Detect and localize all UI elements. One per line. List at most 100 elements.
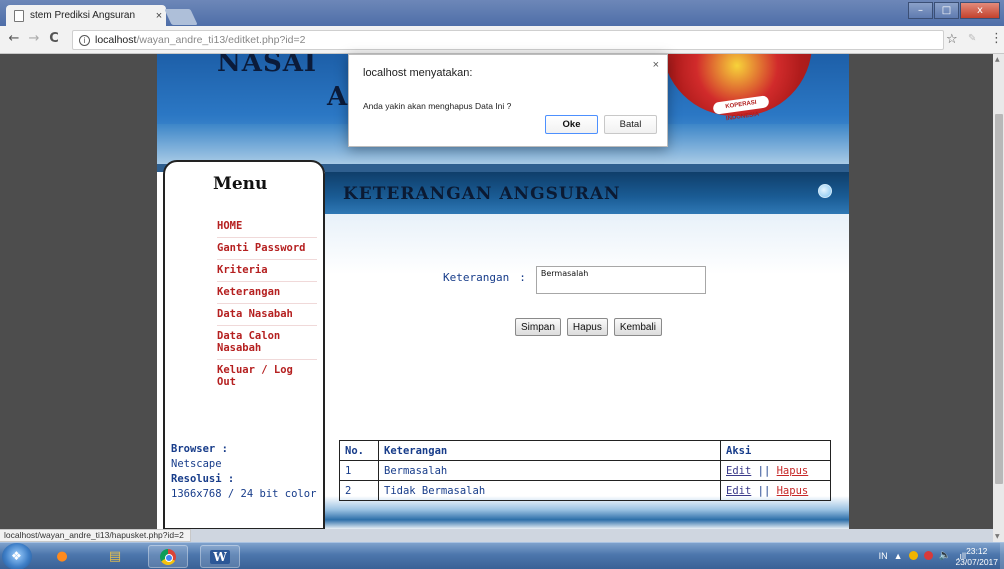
row-actions: Edit || Hapus xyxy=(720,480,831,501)
content-header: KETERANGAN ANGSURAN xyxy=(325,172,849,214)
address-bar[interactable]: i localhost/wayan_andre_ti13/editket.php… xyxy=(72,30,944,50)
header-orb-icon xyxy=(818,184,832,198)
resolution-label: Resolusi : xyxy=(171,473,235,485)
sidebar-item-home[interactable]: HOME xyxy=(217,218,317,238)
edit-link[interactable]: Edit xyxy=(726,465,751,477)
sidebar-item-data-nasabah[interactable]: Data Nasabah xyxy=(217,306,317,326)
site-info-icon[interactable]: i xyxy=(79,34,90,46)
new-tab-button[interactable] xyxy=(164,9,198,25)
main-content: KETERANGAN ANGSURAN Keterangan : Bermasa… xyxy=(325,172,849,529)
browser-tab[interactable]: stem Prediksi Angsuran × xyxy=(6,5,166,26)
resolution-value: 1366x768 / 24 bit color xyxy=(171,488,317,500)
dialog-message: Anda yakin akan menghapus Data Ini ? xyxy=(363,101,512,111)
window-controls: – □ x xyxy=(908,2,1000,19)
row-number: 1 xyxy=(339,460,379,481)
table-row: 2 Tidak Bermasalah Edit || Hapus xyxy=(339,480,831,501)
minimize-button[interactable]: – xyxy=(908,2,933,19)
explorer-taskbar-icon[interactable]: ▤ xyxy=(95,545,135,568)
header-swoosh xyxy=(325,214,849,274)
row-keterangan: Bermasalah xyxy=(378,460,721,481)
scroll-up-icon[interactable]: ▲ xyxy=(995,56,1000,63)
browser-toolbar: ← → C i localhost/wayan_andre_ti13/editk… xyxy=(0,26,1004,54)
firefox-taskbar-icon[interactable]: ● xyxy=(42,545,82,568)
dialog-close-icon[interactable]: × xyxy=(653,59,659,71)
column-header-no: No. xyxy=(339,440,379,461)
back-arrow-icon[interactable]: ← xyxy=(6,31,22,46)
taskbar-clock[interactable]: 23:12 23/07/2017 xyxy=(955,546,998,568)
dialog-title: localhost menyatakan: xyxy=(363,67,473,79)
browser-label: Browser : xyxy=(171,443,228,455)
column-header-aksi: Aksi xyxy=(720,440,831,461)
window-close-button[interactable]: x xyxy=(960,2,1000,19)
menu-title: Menu xyxy=(213,174,268,194)
scroll-down-icon[interactable]: ▼ xyxy=(995,533,1000,540)
tab-title: stem Prediksi Angsuran xyxy=(30,10,136,21)
chrome-taskbar-icon[interactable] xyxy=(148,545,188,568)
maximize-button[interactable]: □ xyxy=(934,2,959,19)
page-title: KETERANGAN ANGSURAN xyxy=(343,184,621,204)
simpan-button[interactable]: Simpan xyxy=(515,318,561,336)
extension-icon[interactable]: ✎ xyxy=(968,33,976,44)
sidebar-item-keterangan[interactable]: Keterangan xyxy=(217,284,317,304)
tray-antivirus-icon[interactable] xyxy=(923,551,933,560)
page-favicon-icon xyxy=(14,9,24,22)
chrome-logo-icon xyxy=(160,548,176,565)
ok-button[interactable]: Oke xyxy=(545,115,598,134)
word-logo-icon: W xyxy=(210,549,230,564)
tray-expand-icon[interactable]: ▲ xyxy=(894,551,903,561)
url-path: /wayan_andre_ti13/editket.php?id=2 xyxy=(136,34,306,46)
show-desktop-button[interactable] xyxy=(1000,543,1004,569)
browser-value: Netscape xyxy=(171,458,222,470)
tab-close-icon[interactable]: × xyxy=(152,10,166,22)
hapus-link[interactable]: Hapus xyxy=(777,485,809,497)
url-host: localhost xyxy=(95,34,137,46)
hapus-link[interactable]: Hapus xyxy=(777,465,809,477)
kembali-button[interactable]: Kembali xyxy=(613,318,662,336)
action-separator: || xyxy=(757,464,771,477)
row-keterangan: Tidak Bermasalah xyxy=(378,480,721,501)
browser-titlebar: stem Prediksi Angsuran × – □ x xyxy=(0,0,1004,26)
action-separator: || xyxy=(757,484,771,497)
keterangan-label: Keterangan xyxy=(443,271,510,284)
clock-date: 23/07/2017 xyxy=(955,557,998,567)
vertical-scrollbar[interactable]: ▲ ▼ xyxy=(993,54,1004,542)
clock-time: 23:12 xyxy=(966,546,988,556)
sidebar-item-kriteria[interactable]: Kriteria xyxy=(217,262,317,282)
sidebar-item-ganti-password[interactable]: Ganti Password xyxy=(217,240,317,260)
start-button[interactable]: ❖ xyxy=(2,543,32,569)
table-header-row: No. Keterangan Aksi xyxy=(339,440,831,461)
hapus-button[interactable]: Hapus xyxy=(566,318,608,336)
browser-menu-icon[interactable]: ⋮ xyxy=(990,31,1003,46)
column-header-keterangan: Keterangan xyxy=(378,440,721,461)
sidebar: Menu HOME Ganti Password Kriteria Ketera… xyxy=(163,160,325,529)
edit-link[interactable]: Edit xyxy=(726,485,751,497)
windows-logo-icon: ❖ xyxy=(11,549,22,563)
volume-icon[interactable]: 🔈 xyxy=(939,550,951,561)
row-actions: Edit || Hapus xyxy=(720,460,831,481)
scrollbar-thumb[interactable] xyxy=(995,114,1003,484)
table-row: 1 Bermasalah Edit || Hapus xyxy=(339,460,831,481)
form-buttons: Simpan Hapus Kembali xyxy=(515,318,662,336)
site-title-line2: A xyxy=(327,82,348,112)
cancel-button[interactable]: Batal xyxy=(604,115,657,134)
sidebar-menu: HOME Ganti Password Kriteria Keterangan … xyxy=(217,218,317,395)
language-indicator[interactable]: IN xyxy=(879,551,888,561)
keterangan-table: No. Keterangan Aksi 1 Bermasalah Edit ||… xyxy=(339,440,831,501)
link-status-bubble: localhost/wayan_andre_ti13/hapusket.php?… xyxy=(0,529,191,542)
keterangan-input[interactable]: Bermasalah xyxy=(535,266,706,294)
row-number: 2 xyxy=(339,480,379,501)
word-taskbar-icon[interactable]: W xyxy=(200,545,240,568)
keterangan-form: Keterangan : Bermasalah xyxy=(443,266,706,294)
confirm-dialog: localhost menyatakan: × Anda yakin akan … xyxy=(348,54,668,147)
forward-arrow-icon[interactable]: → xyxy=(26,31,42,46)
reload-icon[interactable]: C xyxy=(46,31,62,46)
browser-info: Browser : Netscape Resolusi : 1366x768 /… xyxy=(171,442,321,502)
sidebar-item-logout[interactable]: Keluar / Log Out xyxy=(217,362,317,393)
windows-taskbar: ❖ ● ▤ W IN ▲ 🔈 .ıll 23:12 23/07/2017 xyxy=(0,542,1004,569)
sidebar-item-data-calon-nasabah[interactable]: Data Calon Nasabah xyxy=(217,328,317,360)
form-colon: : xyxy=(519,271,526,284)
site-title-line1: NASAI xyxy=(217,54,318,78)
tray-app-icon[interactable] xyxy=(908,551,918,560)
system-tray: IN ▲ 🔈 .ıll xyxy=(879,550,966,561)
bookmark-star-icon[interactable]: ☆ xyxy=(946,32,958,47)
